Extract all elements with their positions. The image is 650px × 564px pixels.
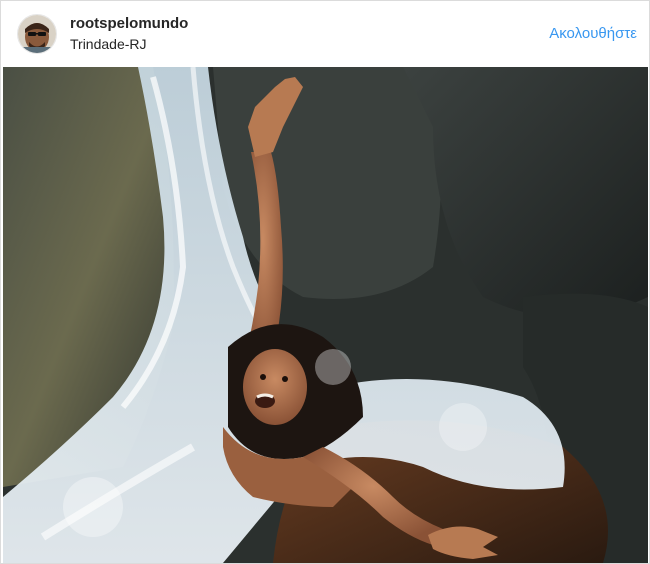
follow-button[interactable]: Ακολουθήστε <box>549 25 637 42</box>
avatar[interactable] <box>17 14 57 54</box>
waterfall-photo-image <box>3 67 648 563</box>
post-photo[interactable] <box>3 67 648 563</box>
post-header: rootspelomundo Trindade-RJ Ακολουθήστε <box>1 1 649 67</box>
post-meta: rootspelomundo Trindade-RJ <box>70 15 188 53</box>
location-link[interactable]: Trindade-RJ <box>70 36 188 53</box>
avatar-image <box>18 15 56 53</box>
instagram-post-card: rootspelomundo Trindade-RJ Ακολουθήστε <box>0 0 650 564</box>
username-link[interactable]: rootspelomundo <box>70 15 188 33</box>
